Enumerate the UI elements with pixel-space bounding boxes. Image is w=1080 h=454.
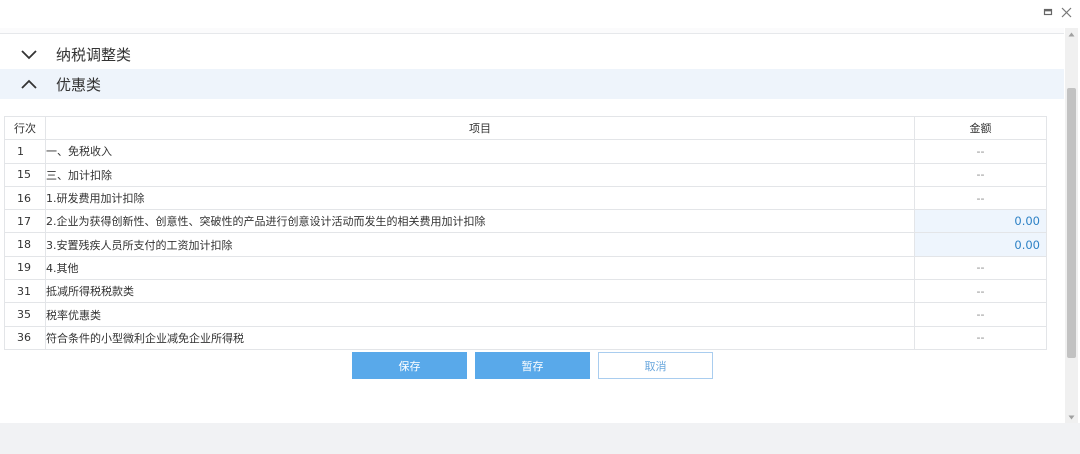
table-row: 17 2.企业为获得创新性、创意性、突破性的产品进行创意设计活动而发生的相关费用加… [4, 209, 1047, 234]
dialog-window: 纳税调整类 优惠类 行次 项目 金额 1 一、免税收入 -- 15 三、加计扣除… [0, 0, 1080, 454]
scroll-up-icon[interactable] [1065, 28, 1078, 40]
table-row: 15 三、加计扣除 -- [4, 162, 1047, 187]
footer-band [0, 423, 1080, 454]
amount-value: -- [914, 139, 1047, 164]
table-row: 36 符合条件的小型微利企业减免企业所得税 -- [4, 325, 1047, 350]
col-header-item: 项目 [45, 115, 915, 141]
row-item-label: 三、加计扣除 [45, 162, 915, 187]
amount-value: -- [914, 279, 1047, 304]
col-header-amount: 金额 [914, 115, 1047, 141]
preferential-table: 行次 项目 金额 1 一、免税收入 -- 15 三、加计扣除 -- 16 1.研发费用加计扣除… [4, 115, 1047, 350]
restore-icon[interactable] [1042, 6, 1054, 18]
amount-value: -- [914, 302, 1047, 327]
row-item-label: 2.企业为获得创新性、创意性、突破性的产品进行创意设计活动而发生的相关费用加计扣… [45, 209, 915, 234]
amount-value: -- [914, 185, 1047, 211]
previous-section-edge [0, 28, 1064, 34]
table-row: 35 税率优惠类 -- [4, 302, 1047, 327]
row-number: 18 [4, 232, 46, 257]
table-header-row: 行次 项目 金额 [4, 115, 1047, 141]
table-row: 1 一、免税收入 -- [4, 139, 1047, 164]
section-tax-adjustment[interactable]: 纳税调整类 [0, 39, 1064, 69]
row-item-label: 税率优惠类 [45, 302, 915, 327]
close-icon[interactable] [1060, 6, 1072, 18]
amount-value: -- [914, 162, 1047, 187]
amount-value: -- [914, 255, 1047, 281]
temp-save-button[interactable]: 暂存 [475, 352, 590, 379]
row-item-label: 3.安置残疾人员所支付的工资加计扣除 [45, 232, 915, 257]
table-row: 18 3.安置残疾人员所支付的工资加计扣除 0.00 [4, 232, 1047, 257]
row-item-label: 抵减所得税税款类 [45, 279, 915, 304]
section-label: 优惠类 [56, 75, 102, 94]
scroll-down-icon[interactable] [1065, 411, 1078, 423]
row-number: 31 [4, 279, 46, 304]
chevron-up-icon [20, 77, 42, 91]
scroll-thumb[interactable] [1067, 88, 1076, 358]
row-item-label: 符合条件的小型微利企业减免企业所得税 [45, 325, 915, 350]
save-button[interactable]: 保存 [352, 352, 467, 379]
row-item-label: 4.其他 [45, 255, 915, 281]
amount-value: -- [914, 325, 1047, 350]
row-item-label: 1.研发费用加计扣除 [45, 185, 915, 211]
table-row: 16 1.研发费用加计扣除 -- [4, 185, 1047, 211]
row-number: 36 [4, 325, 46, 350]
table-row: 31 抵减所得税税款类 -- [4, 279, 1047, 304]
vertical-scrollbar[interactable] [1065, 28, 1078, 423]
window-controls [1042, 6, 1072, 18]
row-number: 17 [4, 209, 46, 234]
cancel-button[interactable]: 取消 [598, 352, 713, 379]
section-preferential[interactable]: 优惠类 [0, 69, 1064, 99]
row-number: 16 [4, 185, 46, 211]
row-number: 1 [4, 139, 46, 164]
row-number: 15 [4, 162, 46, 187]
action-buttons: 保存 暂存 取消 [352, 352, 713, 379]
amount-input[interactable]: 0.00 [914, 232, 1047, 257]
row-number: 35 [4, 302, 46, 327]
col-header-row-no: 行次 [4, 115, 46, 141]
amount-input[interactable]: 0.00 [914, 209, 1047, 234]
row-number: 19 [4, 255, 46, 281]
section-label: 纳税调整类 [56, 45, 132, 64]
table-row: 19 4.其他 -- [4, 255, 1047, 281]
row-item-label: 一、免税收入 [45, 139, 915, 164]
chevron-down-icon [20, 47, 42, 61]
